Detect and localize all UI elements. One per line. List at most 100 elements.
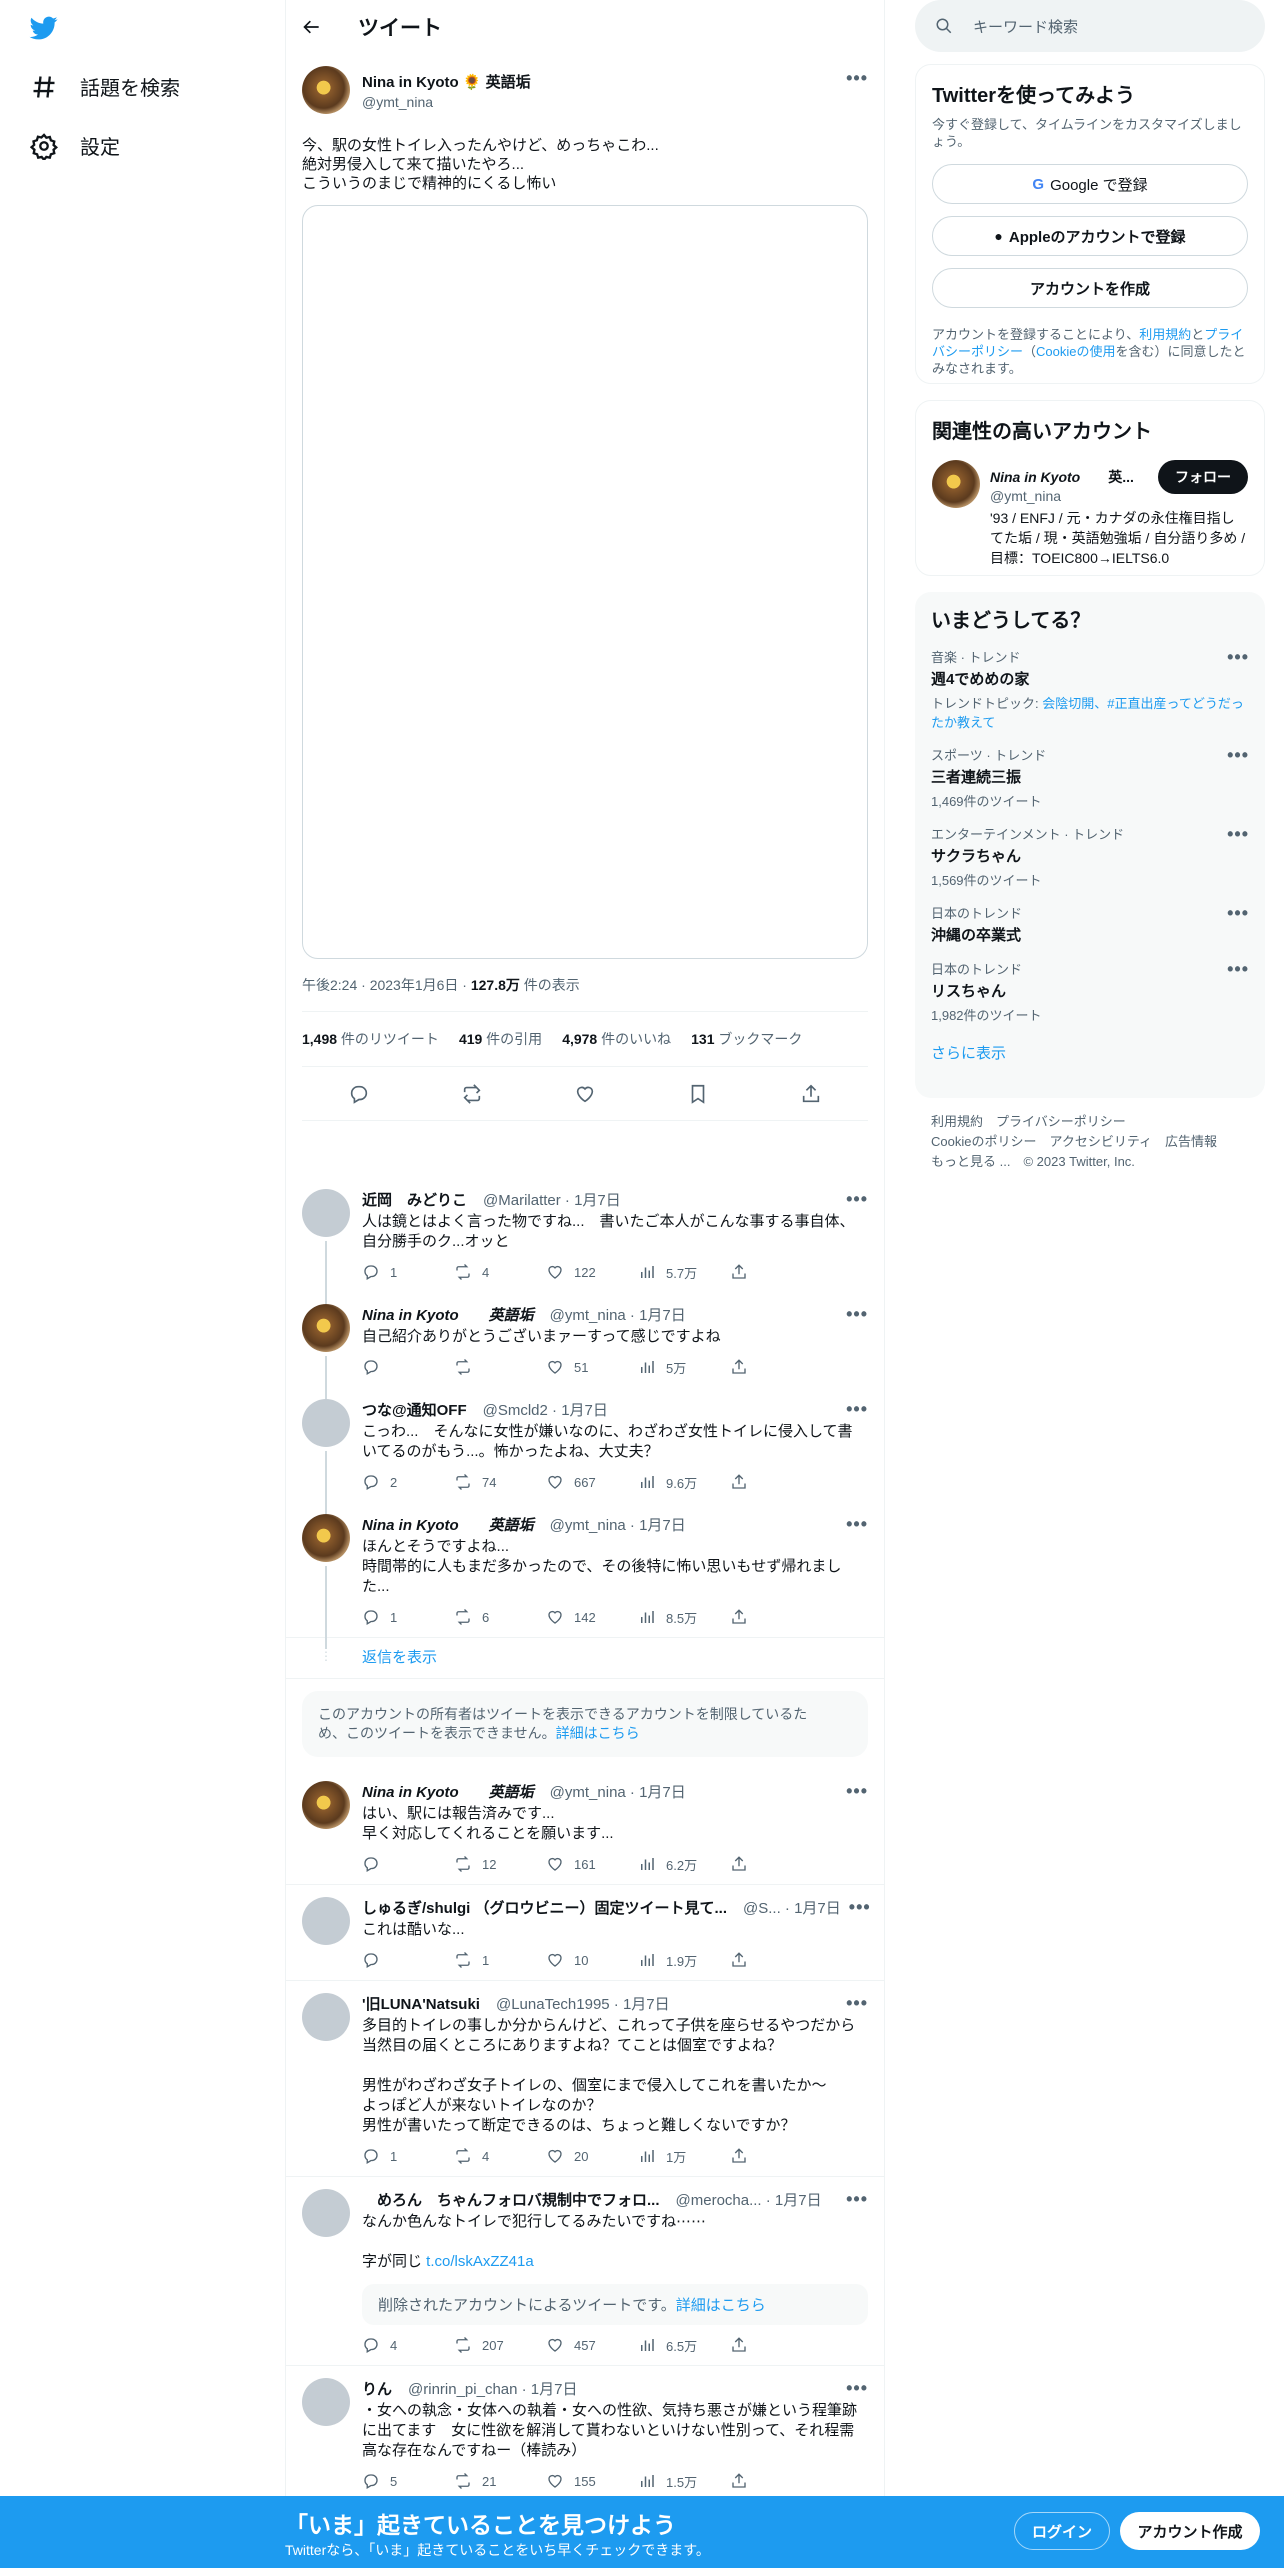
like-action[interactable]: 142 [546, 1608, 638, 1626]
avatar[interactable] [302, 1304, 350, 1352]
avatar[interactable] [932, 460, 980, 508]
reply-author-handle[interactable]: @Marilatter · 1月7日 [483, 1189, 621, 1210]
create-account-button[interactable]: アカウントを作成 [932, 268, 1248, 308]
avatar[interactable] [302, 1399, 350, 1447]
back-arrow-icon[interactable] [302, 17, 322, 37]
more-icon[interactable]: ••• [846, 1993, 868, 2014]
retweet-action[interactable]: 74 [454, 1473, 546, 1491]
learn-more-link[interactable]: 詳細はこちら [556, 1725, 640, 1741]
reply-author-handle[interactable]: @LunaTech1995 · 1月7日 [496, 1993, 670, 2014]
avatar[interactable] [302, 2378, 350, 2426]
retweet-action[interactable]: 12 [454, 1855, 546, 1873]
reply-tweet[interactable]: Nina in Kyoto 英語垢 @ymt_nina · 1月7日 ••• はい、駅… [286, 1769, 884, 1885]
reply-action[interactable]: 5 [362, 2472, 454, 2490]
retweet-count[interactable]: 1,498 件のリツイート [302, 1029, 439, 1049]
tweet-link[interactable]: t.co/lskAxZZ41a [426, 2253, 534, 2270]
show-replies-link[interactable]: 返信を表示 [362, 1646, 437, 1667]
more-icon[interactable]: ••• [1227, 745, 1249, 766]
related-name[interactable]: Nina in Kyoto [990, 469, 1080, 485]
avatar[interactable] [302, 1781, 350, 1829]
reply-tweet[interactable]: 近岡 みどりこ @Marilatter · 1月7日 ••• 人は鏡とはよく言った物で… [286, 1177, 884, 1304]
retweet-action[interactable]: 207 [454, 2336, 546, 2354]
more-icon[interactable]: ••• [846, 1781, 868, 1802]
reply-tweet[interactable]: Nina in Kyoto 英語垢 @ymt_nina · 1月7日 ••• ほんとそ… [286, 1502, 884, 1649]
avatar[interactable] [302, 1993, 350, 2041]
like-action[interactable]: 20 [546, 2147, 638, 2165]
bookmark-icon[interactable] [687, 1083, 709, 1105]
more-icon[interactable]: ••• [846, 1304, 868, 1325]
reply-tweet[interactable]: しゅるぎ/shulgi （グロウビニー）固定ツイート見て... @S... · 1… [286, 1885, 884, 1981]
google-signup-button[interactable]: G Google で登録 [932, 164, 1248, 204]
reply-author-name[interactable]: りん [362, 2378, 392, 2399]
trend-item[interactable]: スポーツ · トレンド 三者連続三振 1,469件のツイート ••• [931, 745, 1249, 810]
footer-link[interactable]: 利用規約 プライバシーポリシー [931, 1112, 1249, 1132]
reply-tweet[interactable]: Nina in Kyoto 英語垢 @ymt_nina · 1月7日 ••• 自己紹介… [286, 1292, 884, 1399]
reply-author-handle[interactable]: @ymt_nina · 1月7日 [550, 1781, 686, 1802]
share-action[interactable] [730, 2472, 822, 2490]
terms-link[interactable]: 利用規約 [1139, 327, 1191, 342]
more-icon[interactable]: ••• [849, 1897, 871, 1918]
retweet-action[interactable] [454, 1358, 546, 1376]
avatar[interactable] [302, 66, 350, 114]
retweet-action[interactable]: 21 [454, 2472, 546, 2490]
reply-action[interactable] [362, 1358, 454, 1376]
bookmark-count[interactable]: 131 ブックマーク [691, 1029, 802, 1049]
reply-tweet[interactable]: '旧LUNA'Natsuki @LunaTech1995 · 1月7日 ••• 多目的… [286, 1981, 884, 2177]
views-action[interactable]: 8.5万 [638, 1608, 730, 1627]
retweet-action[interactable]: 4 [454, 2147, 546, 2165]
share-icon[interactable] [800, 1083, 822, 1105]
reply-tweet[interactable]: めろん ちゃんフォロバ規制中でフォロ... @merocha... · 1月7日 •… [286, 2177, 884, 2366]
more-icon[interactable]: ••• [846, 1399, 868, 1420]
reply-author-name[interactable]: 近岡 みどりこ [362, 1189, 467, 1210]
more-icon[interactable]: ••• [1227, 959, 1249, 980]
related-account-item[interactable]: Nina in Kyoto 英... フォロー @ymt_nina '93 / … [932, 460, 1248, 568]
views-action[interactable]: 1.9万 [638, 1951, 730, 1970]
reply-author-handle[interactable]: @ymt_nina · 1月7日 [550, 1514, 686, 1535]
tweet-image[interactable] [302, 205, 868, 959]
twitter-logo-icon[interactable] [28, 14, 60, 42]
share-action[interactable] [730, 1263, 822, 1281]
reply-action[interactable]: 1 [362, 1608, 454, 1626]
tweet-time[interactable]: 午後2:24 · 2023年1月6日 · [302, 977, 471, 993]
reply-action[interactable]: 1 [362, 1263, 454, 1281]
reply-author-name[interactable]: Nina in Kyoto 英語垢 [362, 1304, 534, 1325]
reply-author-name[interactable]: めろん ちゃんフォロバ規制中でフォロ... [362, 2189, 660, 2210]
share-action[interactable] [730, 2147, 822, 2165]
trend-item[interactable]: 日本のトレンド リスちゃん 1,982件のツイート ••• [931, 959, 1249, 1024]
reply-author-name[interactable]: しゅるぎ/shulgi （グロウビニー）固定ツイート見て... [362, 1897, 727, 1918]
reply-tweet[interactable]: つな@通知OFF @Smcld2 · 1月7日 ••• こっわ... そんなに女性が嫌… [286, 1387, 884, 1514]
like-action[interactable]: 10 [546, 1951, 638, 1969]
footer-link[interactable]: Cookieのポリシー アクセシビリティ 広告情報 [931, 1132, 1249, 1152]
avatar[interactable] [302, 2189, 350, 2237]
reply-action[interactable] [362, 1855, 454, 1873]
share-action[interactable] [730, 1358, 822, 1376]
like-action[interactable]: 51 [546, 1358, 638, 1376]
reply-author-handle[interactable]: @ymt_nina · 1月7日 [550, 1304, 686, 1325]
more-icon[interactable]: ••• [846, 2189, 868, 2210]
like-action[interactable]: 155 [546, 2472, 638, 2490]
retweet-action[interactable]: 1 [454, 1951, 546, 1969]
avatar[interactable] [302, 1897, 350, 1945]
more-icon[interactable]: ••• [846, 2378, 868, 2399]
search-bar[interactable]: キーワード検索 [915, 0, 1265, 52]
reply-tweet[interactable]: りん @rinrin_pi_chan · 1月7日 ••• ・女への執念・女体への執着… [286, 2366, 884, 2502]
retweet-action[interactable]: 4 [454, 1263, 546, 1281]
share-action[interactable] [730, 2336, 822, 2354]
nav-settings[interactable]: 設定 [30, 131, 120, 160]
like-action[interactable]: 667 [546, 1473, 638, 1491]
reply-action[interactable]: 2 [362, 1473, 454, 1491]
views-action[interactable]: 9.6万 [638, 1473, 730, 1492]
more-icon[interactable]: ••• [846, 1189, 868, 1210]
reply-author-name[interactable]: Nina in Kyoto 英語垢 [362, 1781, 534, 1802]
like-icon[interactable] [574, 1083, 596, 1105]
share-action[interactable] [730, 1951, 822, 1969]
reply-author-name[interactable]: Nina in Kyoto 英語垢 [362, 1514, 534, 1535]
avatar[interactable] [302, 1189, 350, 1237]
more-icon[interactable]: ••• [1227, 647, 1249, 668]
views-action[interactable]: 1.5万 [638, 2472, 730, 2491]
views-action[interactable]: 6.5万 [638, 2336, 730, 2355]
reply-author-name[interactable]: '旧LUNA'Natsuki [362, 1993, 480, 2014]
follow-button[interactable]: フォロー [1158, 460, 1248, 494]
views-action[interactable]: 1万 [638, 2147, 730, 2166]
reply-icon[interactable] [348, 1083, 370, 1105]
